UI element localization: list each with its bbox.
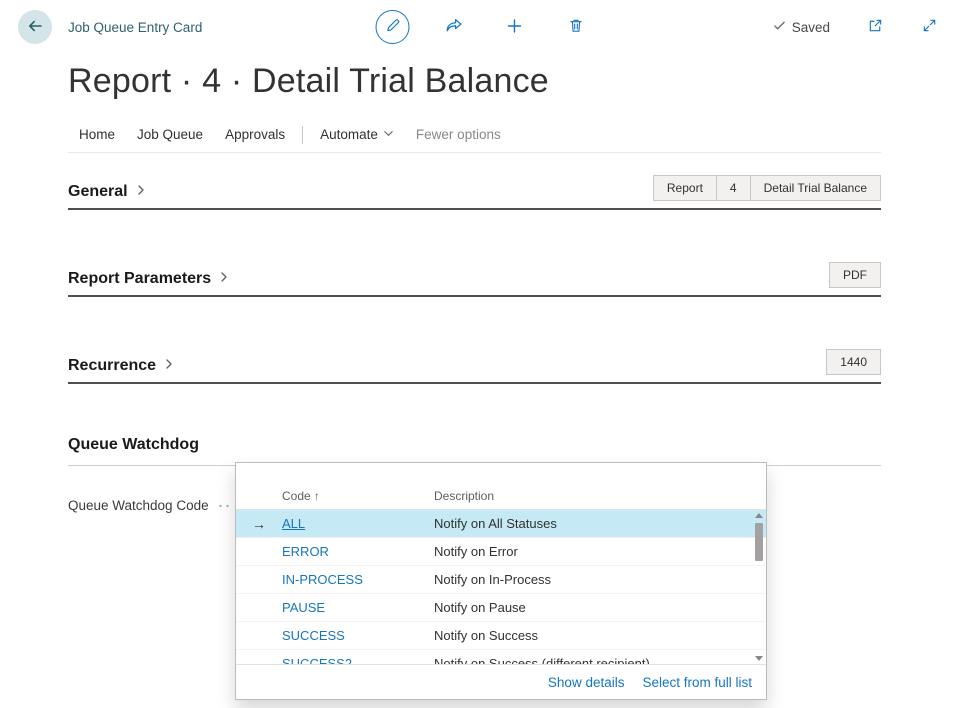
recurrence-summary-badges: 1440: [827, 349, 881, 375]
delete-button[interactable]: [559, 10, 593, 44]
column-header-description[interactable]: Description: [434, 489, 750, 503]
menu-divider: [302, 126, 303, 144]
share-button[interactable]: [437, 10, 471, 44]
menu-item-home[interactable]: Home: [68, 121, 126, 148]
row-code-link[interactable]: ALL: [282, 516, 434, 531]
general-badge-description[interactable]: Detail Trial Balance: [750, 175, 881, 201]
fasttab-report-parameters: Report Parameters PDF: [68, 262, 881, 297]
chevron-right-icon: [135, 183, 147, 201]
fasttab-general: General Report 4 Detail Trial Balance: [68, 175, 881, 210]
show-details-link[interactable]: Show details: [548, 675, 625, 690]
menu-item-automate[interactable]: Automate: [309, 121, 405, 148]
general-badge-object-id[interactable]: 4: [716, 175, 751, 201]
dropdown-row-success2[interactable]: SUCCESS2 Notify on Success (different re…: [236, 650, 766, 664]
row-description: Notify on In-Process: [434, 572, 750, 587]
save-status: Saved: [773, 19, 830, 35]
row-description: Notify on Pause: [434, 600, 750, 615]
general-summary-badges: Report 4 Detail Trial Balance: [654, 175, 881, 201]
pencil-icon: [384, 17, 401, 37]
plus-icon: [506, 17, 524, 38]
dropdown-footer: Show details Select from full list: [236, 664, 766, 699]
select-from-full-list-link[interactable]: Select from full list: [642, 675, 752, 690]
report-parameters-summary-badges: PDF: [830, 262, 881, 288]
code-column-label: Code: [282, 489, 311, 503]
row-code-link[interactable]: SUCCESS: [282, 628, 434, 643]
fasttab-recurrence-header: Recurrence 1440: [68, 349, 881, 384]
dropdown-scrollbar[interactable]: [753, 513, 765, 661]
row-description: Notify on Success: [434, 628, 750, 643]
automate-label: Automate: [320, 127, 378, 142]
dropdown-row-all[interactable]: → ALL Notify on All Statuses: [236, 510, 766, 538]
fasttab-report-parameters-label: Report Parameters: [68, 270, 211, 288]
dropdown-rows: → ALL Notify on All Statuses ERROR Notif…: [236, 510, 766, 664]
menu-bar: Home Job Queue Approvals Automate Fewer …: [68, 117, 881, 153]
dropdown-row-error[interactable]: ERROR Notify on Error: [236, 538, 766, 566]
menu-item-job-queue[interactable]: Job Queue: [126, 121, 214, 148]
trash-icon: [567, 17, 584, 37]
scroll-down-icon[interactable]: [755, 656, 763, 661]
save-status-label: Saved: [792, 20, 830, 35]
row-code-link[interactable]: IN-PROCESS: [282, 572, 434, 587]
page-action-bar: [376, 0, 593, 54]
page-title: Report · 4 · Detail Trial Balance: [68, 62, 968, 101]
edit-button[interactable]: [376, 10, 410, 44]
menu-item-fewer-options[interactable]: Fewer options: [405, 121, 512, 148]
selected-row-arrow-icon: →: [236, 516, 282, 532]
row-code-link[interactable]: SUCCESS2: [282, 656, 434, 664]
row-description: Notify on Success (different recipient): [434, 656, 750, 664]
general-badge-report[interactable]: Report: [653, 175, 717, 201]
row-code-link[interactable]: ERROR: [282, 544, 434, 559]
dropdown-row-in-process[interactable]: IN-PROCESS Notify on In-Process: [236, 566, 766, 594]
row-description: Notify on Error: [434, 544, 750, 559]
chevron-right-icon: [163, 357, 175, 375]
menu-item-approvals[interactable]: Approvals: [214, 121, 296, 148]
fasttab-general-title[interactable]: General: [68, 183, 147, 201]
expand-button[interactable]: [912, 10, 946, 44]
window-controls: Saved: [773, 10, 946, 44]
row-description: Notify on All Statuses: [434, 516, 750, 531]
dropdown-row-success[interactable]: SUCCESS Notify on Success: [236, 622, 766, 650]
recurrence-badge-minutes[interactable]: 1440: [826, 349, 881, 375]
chevron-right-icon: [218, 270, 230, 288]
fasttab-queue-watchdog-label: Queue Watchdog: [68, 436, 199, 454]
open-in-new-window-button[interactable]: [858, 10, 892, 44]
row-code-link[interactable]: PAUSE: [282, 600, 434, 615]
new-button[interactable]: [498, 10, 532, 44]
scroll-up-icon[interactable]: [755, 513, 763, 518]
fasttab-recurrence-title[interactable]: Recurrence: [68, 357, 175, 375]
breadcrumb[interactable]: Job Queue Entry Card: [68, 20, 202, 35]
scrollbar-thumb[interactable]: [755, 523, 763, 561]
share-icon: [444, 16, 463, 38]
dropdown-column-headers: Code ↑ Description: [236, 483, 766, 510]
dotted-leader: [217, 503, 229, 509]
column-header-code[interactable]: Code ↑: [282, 489, 434, 503]
watchdog-code-lookup-dropdown: Code ↑ Description → ALL Notify on All S…: [235, 462, 767, 700]
fasttab-report-parameters-title[interactable]: Report Parameters: [68, 270, 230, 288]
fasttab-general-label: General: [68, 183, 128, 201]
back-arrow-icon: [26, 17, 44, 38]
check-icon: [773, 19, 786, 35]
job-queue-entry-card-page: Job Queue Entry Card: [0, 0, 968, 520]
chevron-down-icon: [383, 127, 394, 142]
sort-ascending-icon: ↑: [314, 489, 320, 503]
fasttab-recurrence: Recurrence 1440: [68, 349, 881, 384]
back-button[interactable]: [18, 10, 52, 44]
dropdown-row-pause[interactable]: PAUSE Notify on Pause: [236, 594, 766, 622]
fasttab-recurrence-label: Recurrence: [68, 357, 156, 375]
top-bar: Job Queue Entry Card: [0, 0, 968, 54]
fasttab-queue-watchdog-title[interactable]: Queue Watchdog: [68, 436, 199, 454]
fasttab-general-header: General Report 4 Detail Trial Balance: [68, 175, 881, 210]
expand-icon: [921, 17, 938, 37]
queue-watchdog-code-label: Queue Watchdog Code: [68, 498, 209, 513]
fasttab-report-parameters-header: Report Parameters PDF: [68, 262, 881, 297]
report-parameters-badge-pdf[interactable]: PDF: [829, 262, 881, 288]
open-in-new-window-icon: [867, 17, 884, 37]
